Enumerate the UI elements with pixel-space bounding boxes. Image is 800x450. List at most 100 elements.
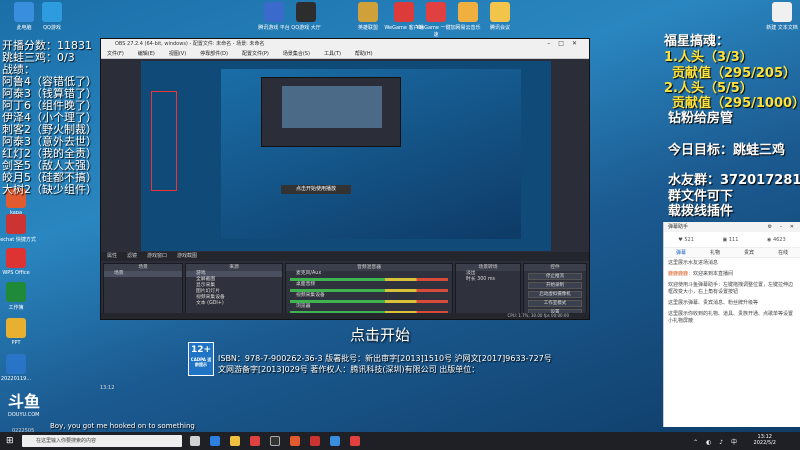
overlay-group: 水友群：372017281 (668, 173, 800, 188)
desktop-icon-label: wechat 快捷方式 (0, 237, 36, 243)
obs-window[interactable]: OBS 27.2.4 (64-bit, windows) - 配置文件: 未命名… (100, 38, 590, 320)
desktop-icon[interactable]: PPT (0, 318, 38, 346)
task-view-icon[interactable] (190, 436, 200, 446)
selection-box[interactable] (151, 91, 177, 191)
source-toolbar: 属性 滤镜 游戏窗口 游戏截图 (101, 252, 589, 261)
obs-menu-item[interactable]: 场景集合(S) (283, 51, 310, 57)
obs-menu-item[interactable]: 编辑(E) (138, 51, 155, 57)
obs-menu-item[interactable]: 工具(T) (324, 51, 341, 57)
desktop-icon[interactable]: 新建 文本文档 (760, 2, 800, 31)
window-controls[interactable]: –□✕ (547, 39, 585, 49)
danmu-text: 欢迎来到本直播间 (693, 271, 734, 277)
stat-fans: ♥ 521 (678, 236, 694, 243)
edge-icon[interactable] (210, 436, 220, 446)
danmu-tab[interactable]: 弹幕 (676, 249, 686, 256)
source-toolbar-button[interactable]: 滤镜 (127, 253, 137, 259)
app-icon (358, 2, 378, 22)
desktop-icon-label: QQ游戏 (43, 25, 61, 31)
system-tray-icons[interactable]: ⌃ ◐ ♪ 中 (693, 437, 740, 446)
app-icon (394, 2, 414, 22)
danmu-tab[interactable]: 礼物 (710, 249, 720, 256)
tray-clock[interactable]: 13:12 2022/5/2 (754, 434, 776, 446)
stat-online: ◉ 4623 (766, 236, 786, 243)
source-toolbar-button[interactable]: 游戏窗口 (147, 253, 167, 259)
preview-start-button[interactable]: 点击开始使用播放 (281, 185, 351, 194)
windows-start-icon[interactable]: ⊞ (6, 436, 16, 446)
app-icon (6, 282, 26, 302)
danmu-window-controls[interactable]: ⚙ – ✕ (768, 222, 797, 232)
obs-taskbar-icon[interactable] (270, 436, 280, 446)
obs-menubar: 文件(F) 编辑(E) 视图(V) 停靠部件(D) 配置文件(P) 场景集合(S) 工具(T… (101, 49, 589, 59)
danmu-message: 欢迎使用斗鱼弹幕助手：左键拖拽调整位置，左键拉伸边框改变大小，右上角有设置按钮 (664, 280, 800, 298)
app-icon (264, 2, 284, 22)
duration-label: 时长 (466, 277, 476, 282)
obs-control-button[interactable]: 工作室模式 (528, 300, 582, 307)
age-sub: CADPA 适龄提示 (190, 357, 212, 367)
tray-date: 2022/5/2 (753, 440, 776, 446)
overlay-clock: 13:12 (100, 385, 115, 391)
desktop-icon[interactable]: 20220119... (0, 354, 38, 382)
controls-dock: 控件 停止推流开始录制启动虚拟摄像机工作室模式设置退出 (523, 263, 587, 319)
explorer-icon[interactable] (230, 436, 240, 446)
desktop-icon[interactable]: QQ游戏 大厅 (284, 2, 328, 31)
source-toolbar-button[interactable]: 游戏截图 (177, 253, 197, 259)
taskbar-search[interactable]: 在这里输入你要搜索的内容 (22, 435, 182, 447)
desktop-icon-label: PPT (11, 340, 21, 346)
transition-duration[interactable]: 时长 300 ms (456, 277, 520, 283)
app-icon (6, 248, 26, 268)
obs-menu-item[interactable]: 帮助(H) (355, 51, 373, 57)
obs-titlebar[interactable]: OBS 27.2.4 (64-bit, windows) - 配置文件: 未命名… (101, 39, 589, 49)
sources-header: 来源 (186, 264, 282, 271)
danmu-titlebar[interactable]: 弹幕助手 ⚙ – ✕ (664, 222, 800, 232)
mixer-header: 音频混音器 (286, 264, 452, 271)
app-icon-2[interactable] (350, 436, 360, 446)
netease-icon[interactable] (310, 436, 320, 446)
obs-preview[interactable]: 点击开始使用播放 (141, 61, 551, 251)
overlay-right-item-3: 2.人头（5/5） (664, 81, 753, 96)
transitions-header: 场景转场 (456, 264, 520, 271)
danmu-panel[interactable]: 弹幕助手 ⚙ – ✕ ♥ 521 ▣ 111 ◉ 4623 弹幕 礼物 贵宾 在线 这里… (663, 222, 800, 427)
obs-control-button[interactable]: 启动虚拟摄像机 (528, 291, 582, 298)
overlay-target: 今日目标：跳蛙三鸡 (668, 143, 786, 158)
app-icon-1[interactable] (250, 436, 260, 446)
volume-meter[interactable] (290, 300, 448, 303)
source-toolbar-button[interactable]: 属性 (107, 253, 117, 259)
danmu-tab[interactable]: 在线 (778, 249, 788, 256)
age-rating-badge: 12+ CADPA 适龄提示 (188, 342, 214, 376)
danmu-stats: ♥ 521 ▣ 111 ◉ 4623 (664, 232, 800, 248)
isbn-line-2: 文网游备字[2013]029号 著作权人：腾讯科技(深圳)有限公司 出版单位： (218, 365, 480, 374)
overlay-file: 群文件可下 (668, 189, 734, 204)
app-icon (296, 2, 316, 22)
douyu-sub: DOUYU.COM (8, 412, 40, 418)
qq-icon[interactable] (330, 436, 340, 446)
taskbar: ⊞ 在这里输入你要搜索的内容 ⌃ ◐ ♪ 中 13:12 2022/5/2 (0, 432, 800, 450)
desktop-icon-label: 腾讯会议 (489, 25, 510, 31)
obs-menu-item[interactable]: 文件(F) (107, 51, 124, 57)
danmu-tab[interactable]: 贵宾 (744, 249, 754, 256)
age-main: 12+ (190, 345, 212, 355)
obs-menu-item[interactable]: 配置文件(P) (242, 51, 269, 57)
obs-control-button[interactable]: 开始录制 (528, 282, 582, 289)
desktop-icon[interactable]: 工作簿 (0, 282, 38, 311)
obs-menu-item[interactable]: 停靠部件(D) (200, 51, 228, 57)
source-item[interactable]: 文本 (GDI+) (186, 301, 282, 307)
mixer-channel-label: 桌面音频 (296, 282, 316, 287)
volume-meter[interactable] (290, 289, 448, 292)
danmu-username[interactable]: 鹿鹿鹿鹿： (668, 271, 693, 277)
obs-menu-item[interactable]: 视图(V) (169, 51, 186, 57)
danmu-text: 欢迎使用斗鱼弹幕助手：左键拖拽调整位置，左键拉伸边框改变大小，右上角有设置按钮 (668, 282, 794, 295)
volume-meter[interactable] (290, 278, 448, 281)
obs-control-button[interactable]: 停止推流 (528, 273, 582, 280)
douyu-taskbar-icon[interactable] (290, 436, 300, 446)
desktop-icon[interactable]: wechat 快捷方式 (0, 214, 38, 243)
desktop-icon[interactable]: QQ游戏 (30, 2, 74, 31)
app-icon (458, 2, 478, 22)
overlay-right-item-4: 贡献值（295/1000） (672, 96, 800, 111)
mixer-channel-label: 浏览器 (296, 304, 311, 309)
danmu-text: 这里展示弹幕、贵宾消息、粉丝牌升级等 (668, 300, 759, 306)
scene-item[interactable]: 场景 (104, 271, 182, 277)
desktop-icon[interactable]: WPS Office (0, 248, 38, 276)
danmu-tabs: 弹幕 礼物 贵宾 在线 (664, 248, 800, 258)
desktop-icon[interactable]: 腾讯会议 (478, 2, 522, 31)
duration-value[interactable]: 300 ms (477, 277, 495, 282)
